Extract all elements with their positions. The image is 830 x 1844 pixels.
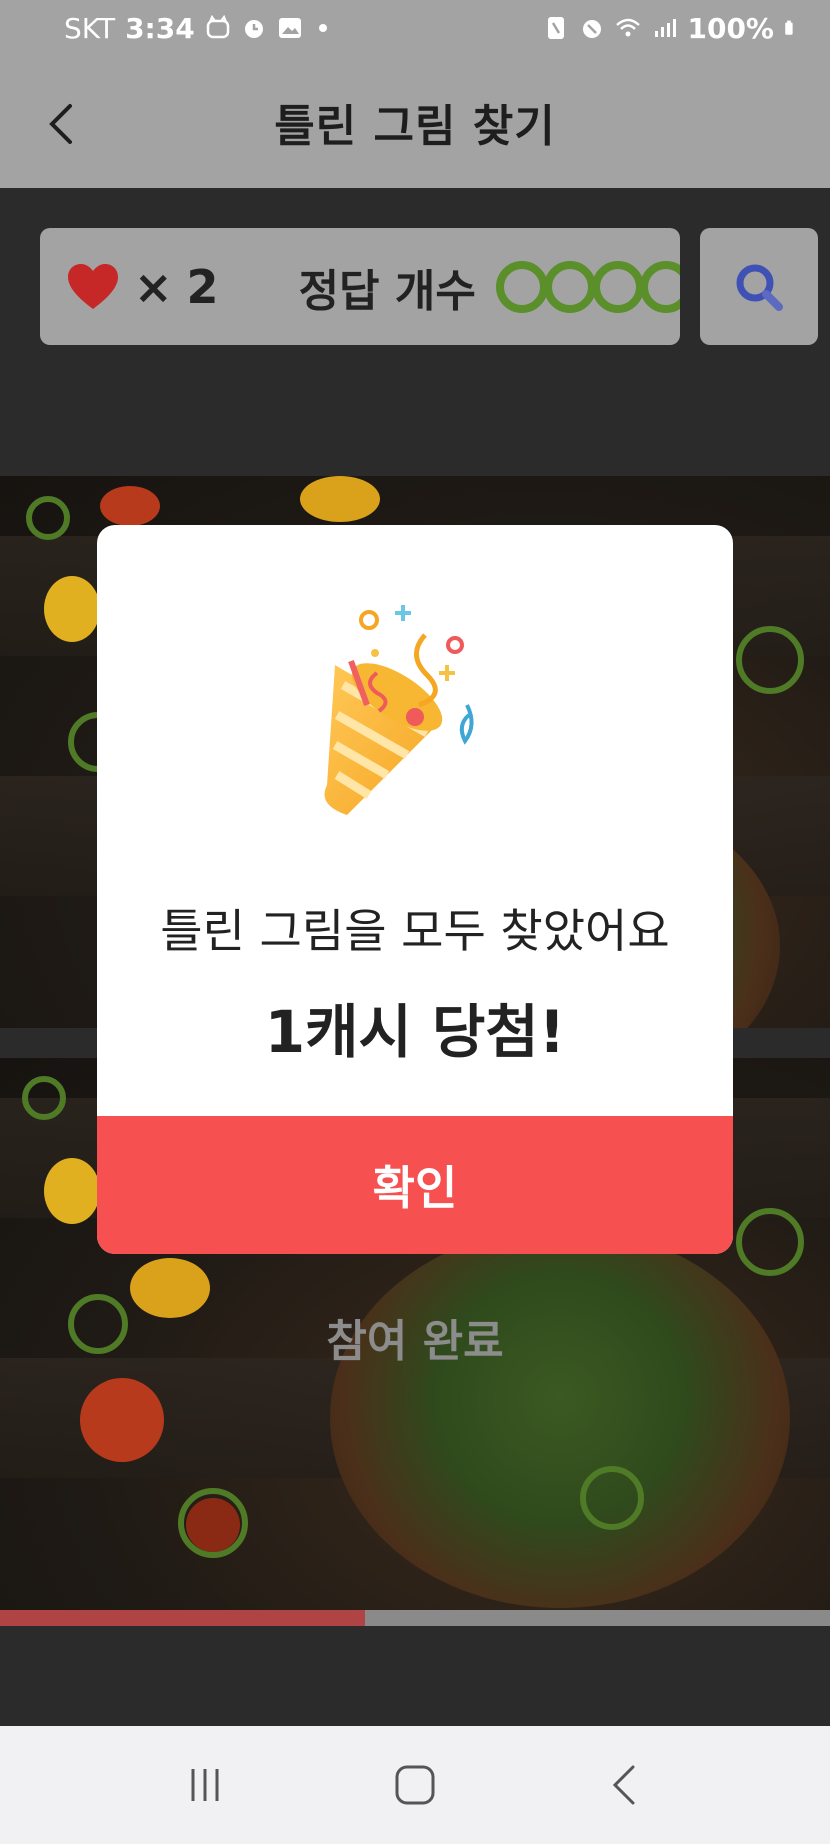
lives-times: × bbox=[134, 259, 173, 314]
difference-marker bbox=[736, 626, 804, 694]
difference-marker bbox=[736, 1208, 804, 1276]
hint-button[interactable] bbox=[700, 228, 818, 345]
answer-progress bbox=[495, 260, 680, 313]
carrier-label: SKT bbox=[64, 11, 116, 45]
salad-bowl bbox=[330, 1228, 790, 1608]
clock: 3:34 bbox=[125, 11, 195, 45]
status-bar: SKT 3:34 100% bbox=[0, 0, 830, 56]
screen: SKT 3:34 100% 틀린 그림 찾기 × 2 정답 개수 참여 완료 틀… bbox=[0, 0, 830, 1844]
game-info-bar: × 2 정답 개수 bbox=[40, 228, 680, 345]
back-button[interactable] bbox=[38, 98, 88, 148]
search-icon bbox=[736, 264, 783, 311]
alarm-icon bbox=[244, 20, 263, 38]
answer-found-marker bbox=[591, 260, 644, 313]
notification-dot bbox=[318, 24, 327, 32]
lives-count: 2 bbox=[186, 259, 219, 314]
difference-marker bbox=[178, 1488, 248, 1558]
result-dialog: 틀린 그림을 모두 찾았어요 1캐시 당첨! 확인 bbox=[97, 525, 733, 1254]
app-header: 틀린 그림 찾기 bbox=[0, 56, 830, 188]
home-button[interactable] bbox=[375, 1745, 455, 1825]
difference-marker bbox=[580, 1466, 644, 1530]
progress-bar bbox=[0, 1610, 830, 1626]
gallery-icon bbox=[278, 18, 301, 38]
completed-label: 참여 완료 bbox=[326, 1316, 504, 1367]
yellow-tomato bbox=[44, 576, 100, 642]
cat-icon bbox=[206, 15, 229, 39]
answer-found-marker bbox=[543, 260, 596, 313]
alarm-off-icon bbox=[583, 20, 602, 38]
recent-apps-button[interactable] bbox=[165, 1745, 245, 1825]
answer-count-label: 정답 개수 bbox=[298, 265, 476, 317]
red-tomato bbox=[80, 1378, 164, 1462]
answer-found-marker bbox=[639, 260, 680, 313]
page-title: 틀린 그림 찾기 bbox=[274, 101, 556, 152]
battery-icon bbox=[785, 20, 793, 35]
difference-marker bbox=[26, 496, 70, 540]
confirm-button[interactable]: 확인 bbox=[97, 1116, 733, 1254]
home-icon bbox=[395, 1765, 435, 1805]
signal-icon bbox=[655, 19, 677, 37]
dialog-message: 틀린 그림을 모두 찾았어요 bbox=[160, 904, 670, 958]
nfc-icon bbox=[548, 17, 565, 39]
answer-found-marker bbox=[495, 260, 548, 313]
party-popper-icon bbox=[324, 605, 474, 815]
back-icon bbox=[612, 1765, 635, 1805]
progress-fill bbox=[0, 1610, 366, 1626]
yellow-tomato bbox=[300, 476, 380, 522]
lives-indicator: × 2 bbox=[66, 260, 219, 314]
recent-apps-icon bbox=[191, 1769, 219, 1801]
heart-icon bbox=[68, 263, 118, 309]
system-nav-bar bbox=[0, 1726, 830, 1844]
dialog-prize: 1캐시 당첨! bbox=[264, 998, 566, 1066]
nav-back-button[interactable] bbox=[585, 1745, 665, 1825]
yellow-tomato bbox=[44, 1158, 100, 1224]
red-tomato bbox=[100, 486, 160, 526]
battery-percent: 100% bbox=[687, 11, 774, 45]
wifi-icon bbox=[616, 18, 641, 37]
difference-marker bbox=[22, 1076, 66, 1120]
